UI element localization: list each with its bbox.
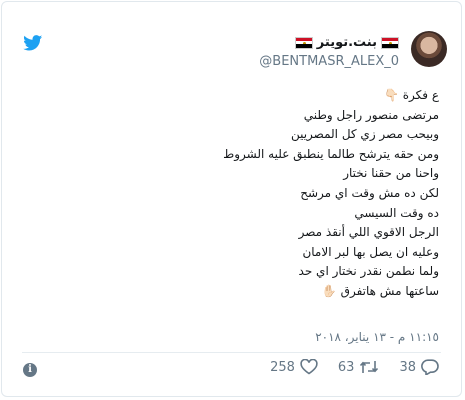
- retweet-button[interactable]: 63: [338, 359, 380, 375]
- retweet-count: 63: [337, 359, 355, 375]
- info-icon[interactable]: i: [23, 363, 37, 377]
- retweet-icon: [360, 361, 379, 373]
- user-handle[interactable]: @BENTMASR_ALEX_0: [259, 54, 399, 69]
- like-button[interactable]: 258: [270, 359, 318, 375]
- heart-icon: [300, 359, 318, 375]
- tweet-line: الرجل الاقوي اللي أنقذ مصر: [298, 225, 439, 240]
- reply-count: 38: [399, 359, 416, 375]
- display-name-row[interactable]: بنت.تويتر: [294, 35, 399, 50]
- egypt-flag-icon: [294, 36, 313, 49]
- tweet-line: واحنا من حقنا نختار: [343, 166, 439, 181]
- like-count: 258: [270, 359, 295, 375]
- tweet-line: مرتضى منصور راجل وطني: [303, 107, 439, 122]
- divider: [22, 352, 441, 353]
- avatar[interactable]: [411, 31, 447, 67]
- display-name[interactable]: بنت.تويتر: [317, 35, 377, 50]
- tweet-card: بنت.تويتر @BENTMASR_ALEX_0 ع فكرة 👇🏻 مرت…: [1, 1, 462, 397]
- twitter-bird-icon[interactable]: [23, 35, 43, 51]
- tweet-line: ومن حقه يترشح طالما ينطبق عليه الشروط: [223, 146, 439, 161]
- action-bar: 38 63 258: [270, 359, 439, 375]
- tweet-line: ولما نطمن نقدر نختار اي حد: [298, 264, 439, 279]
- tweet-timestamp[interactable]: ١١:١٥ م - ١٣ يناير، ٢٠١٨: [315, 330, 439, 344]
- tweet-line: وعليه ان يصل بها لبر الامان: [302, 244, 439, 259]
- tweet-line: ساعتها مش هاتفرق ✋🏻: [321, 283, 439, 298]
- reply-icon: [421, 359, 439, 375]
- tweet-text: ع فكرة 👇🏻 مرتضى منصور راجل وطني وبيحب مص…: [19, 86, 439, 302]
- tweet-line: ع فكرة 👇🏻: [383, 88, 439, 102]
- reply-button[interactable]: 38: [399, 359, 439, 375]
- tweet-line: لكن ده مش وقت اي مرشح: [300, 185, 439, 200]
- tweet-line: وبيحب مصر زي كل المصريين: [290, 127, 439, 142]
- tweet-line: ده وقت السيسي: [354, 205, 439, 220]
- egypt-flag-icon: [381, 36, 399, 49]
